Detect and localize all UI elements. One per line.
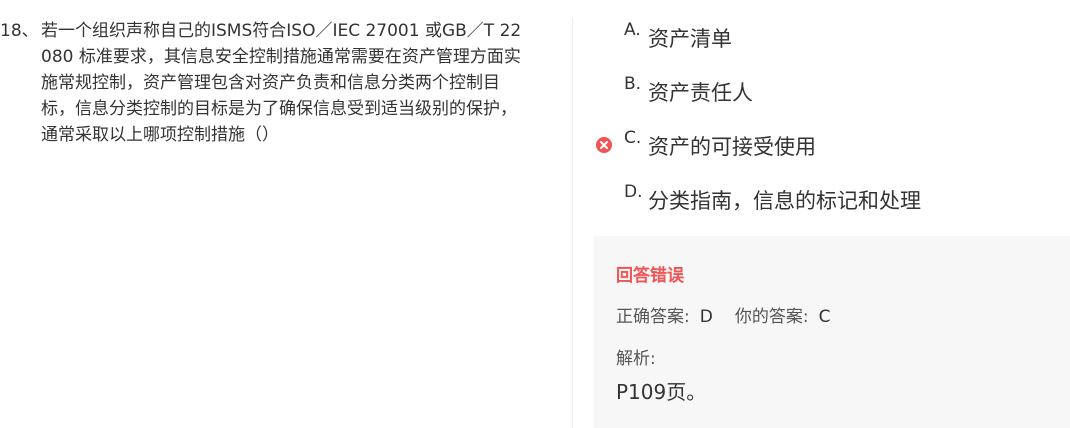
result-status: 回答错误 [616, 266, 684, 286]
option-b[interactable]: B. 资产责任人 [596, 74, 1036, 106]
answer-result-panel: 回答错误 正确答案: D 你的答案: C 解析: P109页。 [594, 236, 1070, 428]
question-text: 若一个组织声称自己的ISMS符合ISO／IEC 27001 或GB／T 2208… [41, 21, 522, 145]
question-number: 18、 [0, 21, 39, 41]
x-circle-icon [596, 137, 612, 153]
option-c[interactable]: C. 资产的可接受使用 [596, 128, 1036, 160]
correct-answer-label: 正确答案: [616, 307, 690, 327]
option-text: 资产责任人 [648, 81, 753, 105]
option-letter: B. [624, 74, 642, 94]
option-text: 资产的可接受使用 [648, 135, 816, 159]
option-text: 分类指南，信息的标记和处理 [648, 189, 921, 213]
option-letter: C. [624, 128, 642, 148]
option-letter: A. [624, 20, 641, 40]
analysis-label: 解析: [616, 349, 656, 369]
your-answer-label: 你的答案: [734, 307, 809, 327]
analysis-text: P109页。 [616, 380, 707, 404]
option-text: 资产清单 [648, 27, 732, 51]
your-answer-value: C [818, 307, 831, 327]
answer-summary: 正确答案: D 你的答案: C [616, 302, 830, 327]
option-a[interactable]: A. 资产清单 [596, 20, 1036, 52]
correct-answer-value: D [699, 307, 713, 327]
option-letter: D. [624, 182, 643, 202]
option-d[interactable]: D. 分类指南，信息的标记和处理 [596, 182, 1036, 214]
column-divider [572, 18, 573, 428]
